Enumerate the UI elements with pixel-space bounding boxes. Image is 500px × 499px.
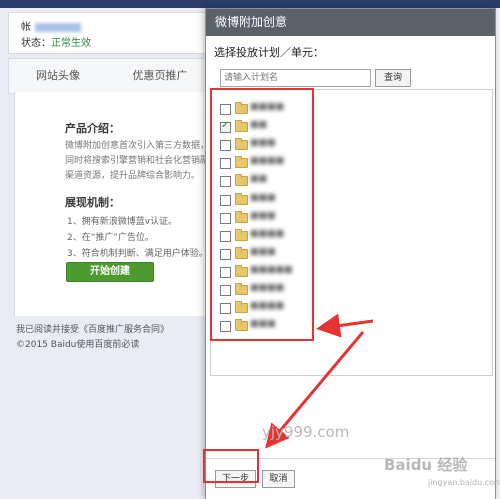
- mechanism-rule: 2、在“推广”广告位。: [67, 233, 155, 243]
- baidu-jingyan-watermark: Baidu 经验: [384, 456, 468, 474]
- baidu-jingyan-url: jingyan.baidu.com: [428, 478, 500, 487]
- intro-title: 产品介绍：: [65, 122, 120, 135]
- account-row: 帐: [21, 18, 81, 33]
- status-label: 状态：: [21, 38, 51, 49]
- copyright-text: ©2015 Baidu使用百度前必读: [16, 340, 140, 350]
- start-create-button[interactable]: 开始创建: [66, 262, 154, 282]
- intro-line: 微博附加创意首次引入第三方数据，: [65, 141, 210, 151]
- status-value: 正常生效: [51, 38, 91, 49]
- plan-search-input[interactable]: [220, 69, 371, 87]
- site-watermark: yjy999.com: [262, 423, 350, 441]
- tab-promo-page[interactable]: 优惠页推广: [117, 59, 203, 93]
- dialog-subtitle: 选择投放计划／单元：: [214, 46, 324, 59]
- status-row: 状态：正常生效: [21, 34, 91, 49]
- dialog-title: 微博附加创意: [206, 9, 495, 36]
- intro-line: 渠道资源，提升品牌综合影响力。: [65, 171, 201, 181]
- top-nav-bar: [0, 0, 500, 8]
- background-page: 帐 状态：正常生效 网站头像 优惠页推广 产品介绍： 微博附加创意首次引入第三方…: [0, 8, 210, 499]
- account-name-blurred: [35, 22, 81, 32]
- content-panel: 产品介绍： 微博附加创意首次引入第三方数据， 同时将搜索引擎营销和社会化营销融 …: [14, 92, 210, 316]
- account-info: 帐 状态：正常生效: [8, 12, 206, 54]
- cancel-button[interactable]: 取消: [262, 470, 295, 488]
- mechanism-rule: 1、拥有新浪微博蓝v认证。: [67, 217, 178, 227]
- query-button[interactable]: 查询: [375, 69, 411, 87]
- agreement-text[interactable]: 我已阅读并接受《百度推广服务合同》: [16, 322, 169, 335]
- intro-line: 同时将搜索引擎营销和社会化营销融: [65, 156, 210, 166]
- annotation-highlight-next: [203, 449, 259, 483]
- annotation-highlight-list: [210, 88, 314, 341]
- account-label: 帐: [21, 22, 31, 33]
- tab-site-avatar[interactable]: 网站头像: [23, 59, 93, 93]
- mechanism-title: 展现机制：: [65, 196, 120, 209]
- mechanism-rule: 3、符合机制判断、满足用户体验。: [67, 249, 208, 259]
- tab-bar: 网站头像 优惠页推广: [8, 58, 206, 94]
